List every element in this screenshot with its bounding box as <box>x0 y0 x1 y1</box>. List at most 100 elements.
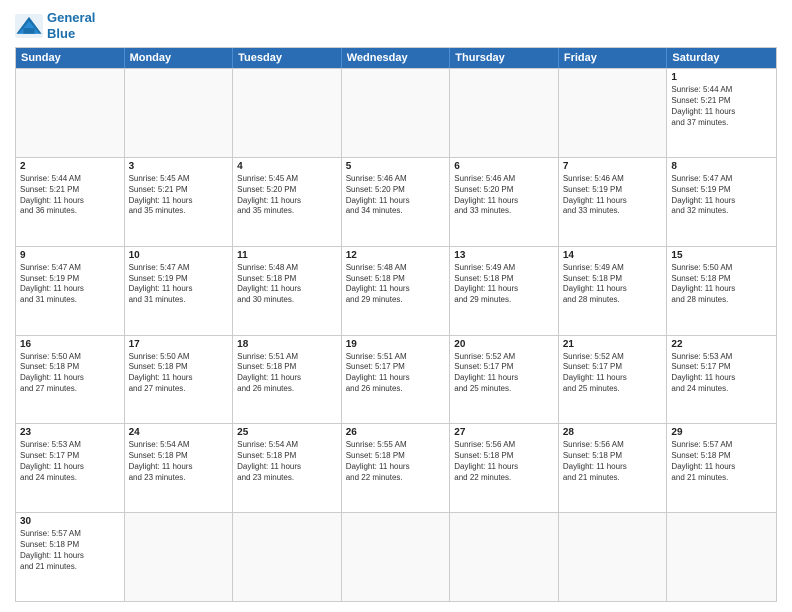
day-number: 19 <box>346 339 446 350</box>
day-number: 24 <box>129 427 229 438</box>
cell-info: Sunrise: 5:47 AM Sunset: 5:19 PM Dayligh… <box>671 174 772 217</box>
page: General Blue SundayMondayTuesdayWednesda… <box>0 0 792 612</box>
cal-cell: 30 Sunrise: 5:57 AM Sunset: 5:18 PM Dayli… <box>16 513 125 601</box>
day-number: 5 <box>346 161 446 172</box>
day-number: 26 <box>346 427 446 438</box>
cal-cell: 18Sunrise: 5:51 AM Sunset: 5:18 PM Dayli… <box>233 336 342 424</box>
day-number: 3 <box>129 161 229 172</box>
cal-cell: 3 Sunrise: 5:45 AM Sunset: 5:21 PM Daylig… <box>125 158 234 246</box>
cal-cell: 21Sunrise: 5:52 AM Sunset: 5:17 PM Dayli… <box>559 336 668 424</box>
cal-cell: 5 Sunrise: 5:46 AM Sunset: 5:20 PM Daylig… <box>342 158 451 246</box>
cal-row-0: 1 Sunrise: 5:44 AM Sunset: 5:21 PM Daylig… <box>16 68 776 157</box>
cal-cell: 23 Sunrise: 5:53 AM Sunset: 5:17 PM Dayli… <box>16 424 125 512</box>
day-number: 7 <box>563 161 663 172</box>
cal-cell <box>450 513 559 601</box>
day-number: 27 <box>454 427 554 438</box>
cell-info: Sunrise: 5:50 AM Sunset: 5:18 PM Dayligh… <box>129 352 229 395</box>
cal-header-monday: Monday <box>125 48 234 68</box>
cal-header-sunday: Sunday <box>16 48 125 68</box>
cell-info: Sunrise: 5:44 AM Sunset: 5:21 PM Dayligh… <box>671 85 772 128</box>
cell-info: Sunrise: 5:49 AM Sunset: 5:18 PM Dayligh… <box>454 263 554 306</box>
cal-cell: 9Sunrise: 5:47 AM Sunset: 5:19 PM Daylig… <box>16 247 125 335</box>
cell-info: Sunrise: 5:45 AM Sunset: 5:20 PM Dayligh… <box>237 174 337 217</box>
day-number: 18 <box>237 339 337 350</box>
cal-cell <box>233 513 342 601</box>
cal-header-thursday: Thursday <box>450 48 559 68</box>
day-number: 6 <box>454 161 554 172</box>
cell-info: Sunrise: 5:57 AM Sunset: 5:18 PM Dayligh… <box>671 440 772 483</box>
cal-cell: 6 Sunrise: 5:46 AM Sunset: 5:20 PM Daylig… <box>450 158 559 246</box>
cal-header-saturday: Saturday <box>667 48 776 68</box>
cal-cell <box>559 513 668 601</box>
logo: General Blue <box>15 10 95 41</box>
cal-header-friday: Friday <box>559 48 668 68</box>
day-number: 15 <box>671 250 772 261</box>
cal-row-4: 23 Sunrise: 5:53 AM Sunset: 5:17 PM Dayli… <box>16 423 776 512</box>
cell-info: Sunrise: 5:56 AM Sunset: 5:18 PM Dayligh… <box>563 440 663 483</box>
cal-cell: 7Sunrise: 5:46 AM Sunset: 5:19 PM Daylig… <box>559 158 668 246</box>
day-number: 8 <box>671 161 772 172</box>
day-number: 2 <box>20 161 120 172</box>
cal-header-wednesday: Wednesday <box>342 48 451 68</box>
cell-info: Sunrise: 5:48 AM Sunset: 5:18 PM Dayligh… <box>346 263 446 306</box>
day-number: 12 <box>346 250 446 261</box>
cal-cell <box>233 69 342 157</box>
cal-cell <box>450 69 559 157</box>
cal-cell: 2 Sunrise: 5:44 AM Sunset: 5:21 PM Daylig… <box>16 158 125 246</box>
cell-info: Sunrise: 5:49 AM Sunset: 5:18 PM Dayligh… <box>563 263 663 306</box>
cal-cell: 25 Sunrise: 5:54 AM Sunset: 5:18 PM Dayli… <box>233 424 342 512</box>
cell-info: Sunrise: 5:52 AM Sunset: 5:17 PM Dayligh… <box>454 352 554 395</box>
cal-cell: 26Sunrise: 5:55 AM Sunset: 5:18 PM Dayli… <box>342 424 451 512</box>
cal-cell: 28 Sunrise: 5:56 AM Sunset: 5:18 PM Dayli… <box>559 424 668 512</box>
cal-cell <box>125 69 234 157</box>
day-number: 20 <box>454 339 554 350</box>
cell-info: Sunrise: 5:54 AM Sunset: 5:18 PM Dayligh… <box>129 440 229 483</box>
cal-cell: 29Sunrise: 5:57 AM Sunset: 5:18 PM Dayli… <box>667 424 776 512</box>
cal-header-tuesday: Tuesday <box>233 48 342 68</box>
cell-info: Sunrise: 5:46 AM Sunset: 5:20 PM Dayligh… <box>454 174 554 217</box>
cell-info: Sunrise: 5:53 AM Sunset: 5:17 PM Dayligh… <box>20 440 120 483</box>
day-number: 16 <box>20 339 120 350</box>
cal-cell: 4 Sunrise: 5:45 AM Sunset: 5:20 PM Daylig… <box>233 158 342 246</box>
cell-info: Sunrise: 5:50 AM Sunset: 5:18 PM Dayligh… <box>20 352 120 395</box>
cell-info: Sunrise: 5:53 AM Sunset: 5:17 PM Dayligh… <box>671 352 772 395</box>
cal-cell <box>559 69 668 157</box>
cell-info: Sunrise: 5:48 AM Sunset: 5:18 PM Dayligh… <box>237 263 337 306</box>
day-number: 1 <box>671 72 772 83</box>
generalblue-logo-icon <box>15 14 43 38</box>
cal-cell: 27Sunrise: 5:56 AM Sunset: 5:18 PM Dayli… <box>450 424 559 512</box>
cell-info: Sunrise: 5:46 AM Sunset: 5:20 PM Dayligh… <box>346 174 446 217</box>
day-number: 17 <box>129 339 229 350</box>
cal-cell: 13 Sunrise: 5:49 AM Sunset: 5:18 PM Dayli… <box>450 247 559 335</box>
day-number: 11 <box>237 250 337 261</box>
day-number: 30 <box>20 516 120 527</box>
cal-cell: 8 Sunrise: 5:47 AM Sunset: 5:19 PM Daylig… <box>667 158 776 246</box>
header: General Blue <box>15 10 777 41</box>
cal-cell <box>667 513 776 601</box>
cell-info: Sunrise: 5:54 AM Sunset: 5:18 PM Dayligh… <box>237 440 337 483</box>
cal-cell: 15Sunrise: 5:50 AM Sunset: 5:18 PM Dayli… <box>667 247 776 335</box>
cal-cell: 22 Sunrise: 5:53 AM Sunset: 5:17 PM Dayli… <box>667 336 776 424</box>
logo-line1: General <box>47 10 95 26</box>
day-number: 25 <box>237 427 337 438</box>
cell-info: Sunrise: 5:44 AM Sunset: 5:21 PM Dayligh… <box>20 174 120 217</box>
day-number: 13 <box>454 250 554 261</box>
cal-cell: 19Sunrise: 5:51 AM Sunset: 5:17 PM Dayli… <box>342 336 451 424</box>
cal-cell: 11 Sunrise: 5:48 AM Sunset: 5:18 PM Dayli… <box>233 247 342 335</box>
day-number: 22 <box>671 339 772 350</box>
cal-cell: 1 Sunrise: 5:44 AM Sunset: 5:21 PM Daylig… <box>667 69 776 157</box>
cal-cell: 20 Sunrise: 5:52 AM Sunset: 5:17 PM Dayli… <box>450 336 559 424</box>
day-number: 28 <box>563 427 663 438</box>
cell-info: Sunrise: 5:47 AM Sunset: 5:19 PM Dayligh… <box>20 263 120 306</box>
day-number: 4 <box>237 161 337 172</box>
calendar-body: 1 Sunrise: 5:44 AM Sunset: 5:21 PM Daylig… <box>16 68 776 601</box>
cal-cell <box>342 69 451 157</box>
day-number: 21 <box>563 339 663 350</box>
day-number: 14 <box>563 250 663 261</box>
cal-cell <box>125 513 234 601</box>
day-number: 23 <box>20 427 120 438</box>
cell-info: Sunrise: 5:57 AM Sunset: 5:18 PM Dayligh… <box>20 529 120 572</box>
logo-line2: Blue <box>47 26 95 42</box>
cell-info: Sunrise: 5:45 AM Sunset: 5:21 PM Dayligh… <box>129 174 229 217</box>
calendar-header: SundayMondayTuesdayWednesdayThursdayFrid… <box>16 48 776 68</box>
